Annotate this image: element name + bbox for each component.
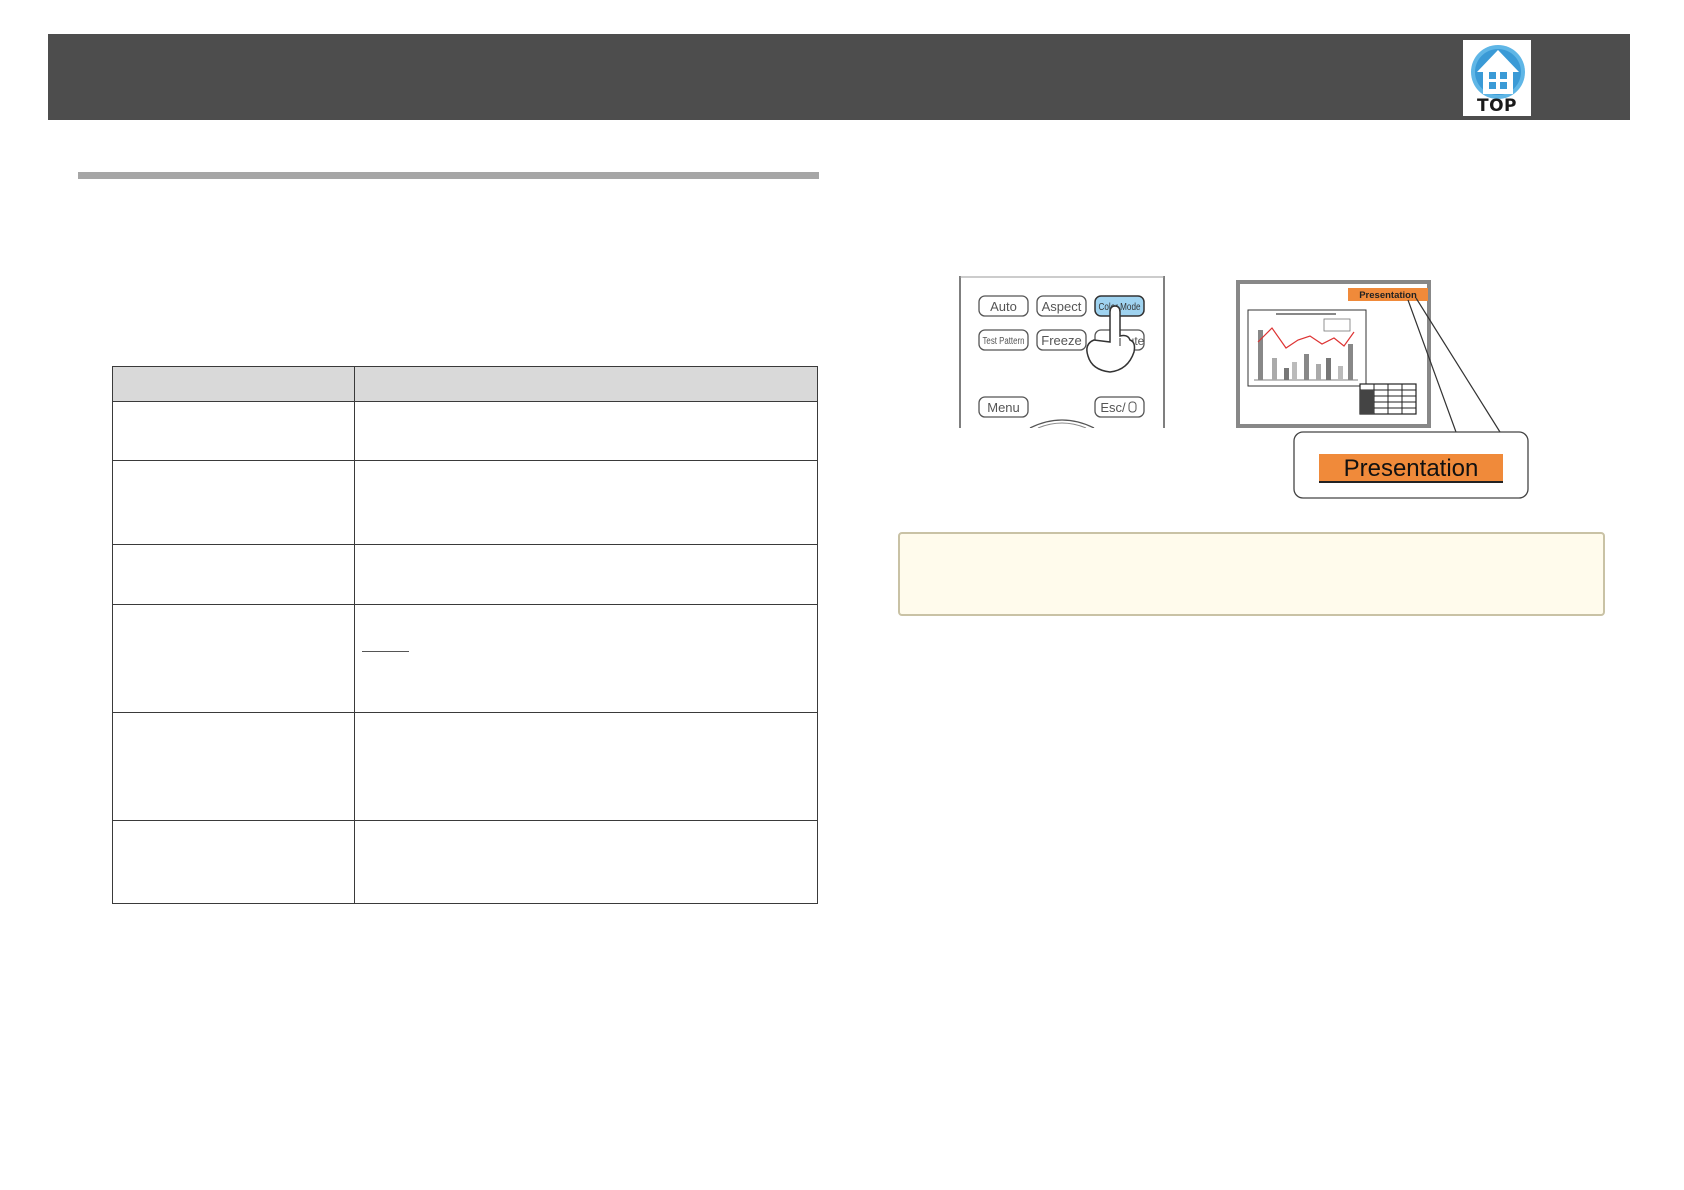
auto-button[interactable]: Auto (978, 295, 1029, 317)
test-pattern-button[interactable]: Test Pattern (978, 329, 1029, 351)
svg-text:Menu: Menu (987, 400, 1020, 415)
table-row (112, 712, 818, 821)
svg-text:Aspect: Aspect (1042, 299, 1082, 314)
menu-button[interactable]: Menu (978, 396, 1029, 418)
remote-control-illustration: Auto Aspect Color Mode Test Pattern Free… (959, 276, 1165, 428)
svg-text:Auto: Auto (990, 299, 1017, 314)
table-row (112, 820, 818, 904)
aspect-button[interactable]: Aspect (1036, 295, 1087, 317)
table-row (112, 460, 818, 545)
color-mode-table (112, 366, 818, 904)
svg-text:Presentation: Presentation (1344, 455, 1479, 482)
page-header-bar (48, 34, 1630, 120)
presentation-callout: Presentation (1293, 431, 1529, 499)
esc-button[interactable]: Esc/ (1094, 396, 1145, 418)
table-row (112, 401, 818, 461)
dial-arc-inner (1037, 422, 1087, 428)
sample-data-table-thumbnail (1359, 383, 1417, 415)
dial-arc (1029, 419, 1095, 428)
freeze-button[interactable]: Freeze (1036, 329, 1087, 351)
svg-text:Presentation: Presentation (1359, 290, 1417, 301)
projected-screen-illustration: Presentation Presentation (1236, 280, 1529, 499)
sample-chart-thumbnail (1247, 309, 1367, 387)
table-row (112, 544, 818, 605)
note-box (898, 532, 1605, 616)
svg-text:Test Pattern: Test Pattern (983, 336, 1025, 347)
top-link[interactable]: TOP (1463, 40, 1531, 116)
home-icon (1471, 45, 1525, 99)
table-header-row (112, 366, 818, 402)
top-label: TOP (1476, 96, 1517, 116)
table-header-cell (354, 366, 818, 402)
section-rule (78, 172, 819, 179)
link-underline[interactable] (362, 651, 409, 652)
table-header-cell (112, 366, 355, 402)
svg-text:Freeze: Freeze (1041, 333, 1081, 348)
table-row (112, 604, 818, 713)
svg-text:Esc/: Esc/ (1100, 400, 1126, 415)
